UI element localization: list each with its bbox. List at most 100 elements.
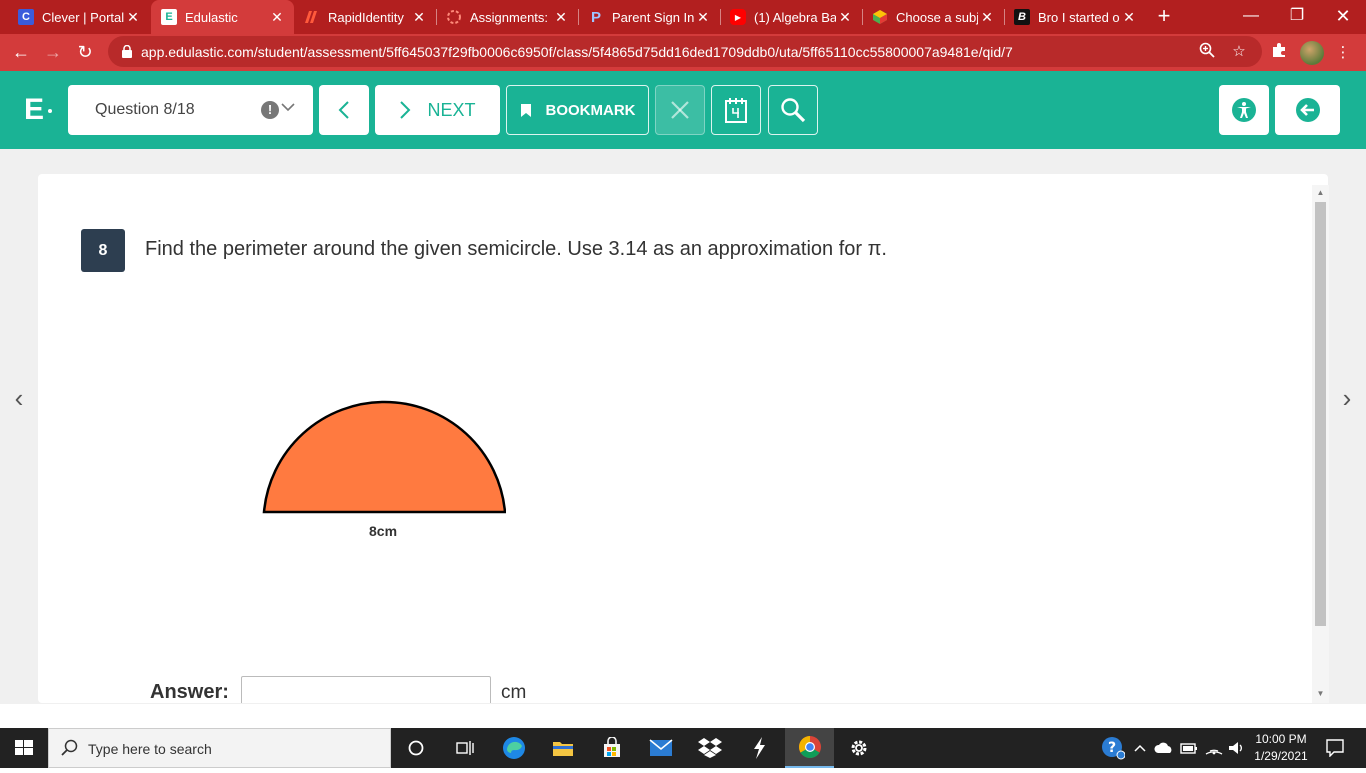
chevron-right-icon [400, 101, 411, 119]
notifications-icon[interactable] [1320, 728, 1350, 768]
close-icon[interactable]: ✕ [1120, 9, 1138, 26]
reload-icon[interactable]: ↻ [70, 38, 100, 68]
volume-icon[interactable] [1226, 728, 1248, 768]
back-arrow-icon[interactable]: ← [6, 38, 36, 68]
tab-separator [862, 9, 863, 25]
bookmark-icon [520, 103, 531, 117]
tab-youtube[interactable]: ▶ (1) Algebra Bas ✕ [720, 0, 862, 34]
tab-title: Parent Sign In [612, 9, 694, 25]
clock-date: 1/29/2021 [1254, 749, 1308, 763]
close-icon[interactable]: ✕ [552, 9, 570, 26]
crossout-icon [671, 101, 689, 119]
omnibox[interactable]: app.edulastic.com/student/assessment/5ff… [108, 36, 1262, 67]
diameter-label: 8cm [369, 523, 398, 539]
close-icon[interactable]: ✕ [268, 9, 286, 26]
next-button[interactable]: NEXT [375, 85, 500, 135]
powerschool-favicon-icon: P [590, 8, 601, 26]
taskbar-clock[interactable]: 10:00 PM 1/29/2021 [1249, 731, 1313, 765]
scratchpad-button[interactable] [711, 85, 761, 135]
tab-title: (1) Algebra Bas [754, 9, 836, 25]
menu-kebab-icon[interactable]: ⋮ [1332, 42, 1354, 64]
assessment-toolbar: E Question 8/18 ! NEXT BOOKMARK [0, 71, 1366, 149]
restore-icon[interactable]: ❐ [1274, 0, 1320, 34]
zoom-icon[interactable] [1197, 42, 1217, 62]
previous-button[interactable] [319, 85, 369, 135]
vertical-scrollbar[interactable]: ▲ ▼ [1312, 185, 1329, 703]
chevron-left-icon [338, 101, 349, 119]
scroll-down-icon[interactable]: ▼ [1316, 689, 1325, 698]
start-button[interactable] [0, 728, 48, 768]
exit-arrow-icon [1295, 98, 1320, 122]
profile-avatar[interactable] [1300, 41, 1324, 65]
search-icon [61, 739, 78, 756]
exit-test-button[interactable] [1275, 85, 1340, 135]
youtube-favicon-icon: ▶ [730, 9, 746, 25]
settings-gear-icon[interactable] [834, 728, 883, 768]
taskbar-search-box[interactable]: Type here to search [48, 728, 391, 768]
winamp-bolt-icon[interactable] [734, 728, 783, 768]
crossout-tool-button[interactable] [655, 85, 705, 135]
minimize-icon[interactable]: — [1228, 0, 1274, 34]
answer-input[interactable] [241, 676, 491, 703]
tab-choose-subject[interactable]: Choose a subje ✕ [862, 0, 1004, 34]
bookmark-button[interactable]: BOOKMARK [506, 85, 649, 135]
loading-spinner-icon [446, 9, 462, 25]
tab-title: Assignments: E [470, 9, 552, 25]
onedrive-cloud-icon[interactable] [1153, 728, 1175, 768]
answer-unit: cm [501, 682, 527, 703]
accessibility-button[interactable] [1219, 85, 1269, 135]
clever-favicon-icon: C [18, 9, 34, 25]
window-close-icon[interactable]: ✕ [1320, 0, 1366, 34]
tab-clever[interactable]: C Clever | Portal ✕ [8, 0, 150, 34]
tab-title: RapidIdentity [328, 9, 404, 25]
tab-assignments[interactable]: Assignments: E ✕ [436, 0, 578, 34]
file-explorer-icon[interactable] [538, 728, 587, 768]
close-icon[interactable]: ✕ [978, 9, 996, 26]
tab-title: Edulastic [185, 9, 238, 25]
forward-arrow-icon[interactable]: → [38, 38, 68, 68]
tab-edulastic[interactable]: E Edulastic ✕ [151, 0, 294, 34]
tab-brainly[interactable]: B Bro I started o ✕ [1004, 0, 1146, 34]
new-tab-button[interactable]: + [1150, 0, 1178, 34]
edge-browser-icon[interactable] [489, 728, 538, 768]
magnifier-icon [781, 98, 806, 123]
windows-taskbar: Type here to search ? 10:00 PM 1/29/2021 [0, 728, 1366, 768]
question-number-badge: 8 [81, 229, 125, 272]
close-icon[interactable]: ✕ [694, 9, 712, 26]
tab-rapididentity[interactable]: RapidIdentity ✕ [294, 0, 436, 34]
store-icon[interactable] [587, 728, 636, 768]
scroll-up-icon[interactable]: ▲ [1316, 188, 1325, 197]
search-placeholder: Type here to search [88, 741, 212, 757]
cortana-icon[interactable] [391, 728, 440, 768]
scrollbar-thumb[interactable] [1315, 202, 1326, 626]
next-question-arrow-icon[interactable]: › [1336, 383, 1358, 413]
next-button-label: NEXT [427, 99, 476, 120]
battery-icon[interactable] [1178, 728, 1200, 768]
magnifier-button[interactable] [768, 85, 818, 135]
edulastic-favicon-icon: E [161, 9, 177, 25]
tray-overflow-chevron-icon[interactable] [1131, 728, 1149, 768]
question-select[interactable]: Question 8/18 ! [68, 85, 313, 135]
mail-icon[interactable] [636, 728, 685, 768]
dropbox-icon[interactable] [685, 728, 734, 768]
extensions-puzzle-icon[interactable] [1268, 42, 1290, 64]
tab-separator [578, 9, 579, 25]
semicircle-figure [262, 400, 506, 514]
url-text[interactable]: app.edulastic.com/student/assessment/5ff… [141, 44, 1013, 60]
answer-label: Answer: [150, 681, 229, 703]
accessibility-icon [1232, 98, 1256, 122]
close-icon[interactable]: ✕ [836, 9, 854, 26]
close-icon[interactable]: ✕ [124, 9, 142, 26]
cube-favicon-icon [872, 9, 888, 25]
help-icon[interactable]: ? [1099, 728, 1127, 768]
bookmark-star-icon[interactable]: ☆ [1229, 42, 1249, 62]
chrome-taskbar-icon[interactable] [785, 728, 834, 768]
prev-question-arrow-icon[interactable]: ‹ [8, 383, 30, 413]
tab-parent-sign-in[interactable]: P Parent Sign In ✕ [578, 0, 720, 34]
close-icon[interactable]: ✕ [410, 9, 428, 26]
task-view-icon[interactable] [440, 728, 489, 768]
question-select-label: Question 8/18 [95, 101, 195, 118]
wifi-icon[interactable] [1203, 728, 1225, 768]
browser-tab-strip: C Clever | Portal ✕ E Edulastic ✕ RapidI… [0, 0, 1366, 34]
tab-separator [436, 9, 437, 25]
